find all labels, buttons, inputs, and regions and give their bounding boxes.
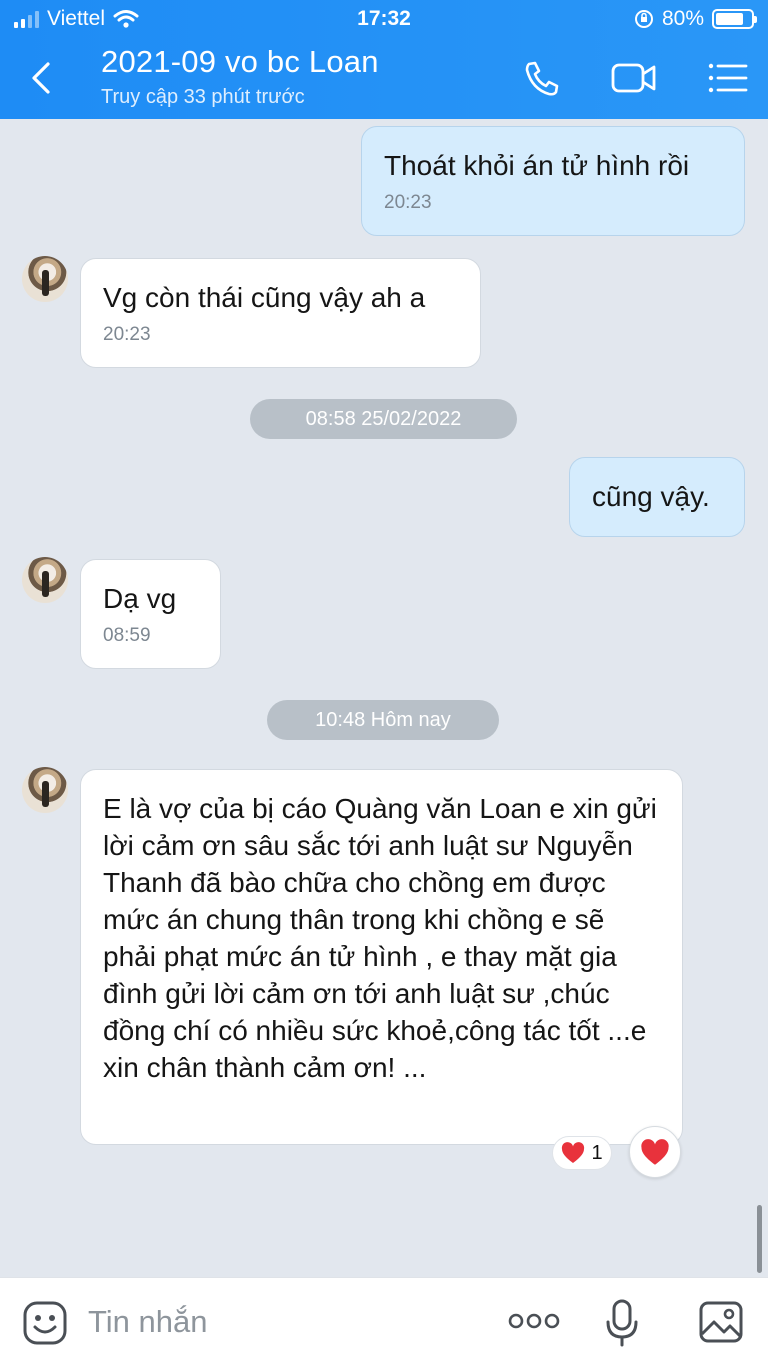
microphone-icon: [606, 1299, 638, 1347]
heart-icon: [641, 1138, 669, 1165]
reaction-count: 1: [591, 1141, 603, 1164]
message-bubble-incoming[interactable]: Dạ vg 08:59: [80, 559, 221, 669]
more-options-button[interactable]: [508, 1309, 560, 1338]
message-text: Vg còn thái cũng vậy ah a: [103, 282, 426, 313]
date-separator: 10:48 Hôm nay: [267, 700, 499, 740]
message-text: cũng vậy.: [592, 481, 710, 512]
sticker-button[interactable]: [22, 1300, 68, 1351]
react-heart-button[interactable]: [629, 1126, 681, 1178]
back-button[interactable]: [24, 58, 60, 98]
video-camera-icon: [611, 63, 656, 93]
contact-avatar[interactable]: [22, 256, 68, 302]
send-image-button[interactable]: [698, 1300, 744, 1349]
message-input[interactable]: [88, 1300, 468, 1344]
message-text: Dạ vg: [103, 583, 177, 614]
battery-icon: [712, 9, 757, 29]
status-bar: Viettel 17:32 80%: [0, 0, 768, 40]
scrollbar[interactable]: [757, 1205, 762, 1273]
chat-header: Viettel 17:32 80% 2021-09 vo bc Loan Tru…: [0, 0, 768, 119]
message-bubble-outgoing[interactable]: Thoát khỏi án tử hình rồi 20:23: [361, 126, 745, 236]
message-bubble-incoming[interactable]: Vg còn thái cũng vậy ah a 20:23: [80, 258, 481, 368]
last-seen-status: Truy cập 33 phút trước: [101, 86, 305, 108]
voice-call-button[interactable]: [520, 58, 564, 98]
chat-options-button[interactable]: [706, 58, 750, 98]
emoji-icon: [23, 1301, 67, 1345]
rotation-lock-icon: [634, 10, 653, 28]
message-bubble-outgoing[interactable]: cũng vậy.: [569, 457, 745, 537]
more-dots-icon: [508, 1313, 560, 1329]
video-call-button[interactable]: [610, 58, 656, 98]
chat-title[interactable]: 2021-09 vo bc Loan: [101, 44, 379, 80]
voice-message-button[interactable]: [604, 1298, 640, 1353]
image-icon: [699, 1301, 743, 1343]
date-separator: 08:58 25/02/2022: [250, 399, 517, 439]
list-menu-icon: [708, 63, 748, 93]
message-bubble-incoming[interactable]: E là vợ của bị cáo Quàng văn Loan e xin …: [80, 769, 683, 1145]
chevron-left-icon: [32, 62, 50, 94]
message-time: 20:23: [103, 324, 151, 345]
message-time: 20:23: [384, 192, 432, 213]
heart-icon: [562, 1142, 585, 1163]
message-text: Thoát khỏi án tử hình rồi: [384, 150, 690, 181]
reaction-summary[interactable]: 1: [552, 1136, 612, 1170]
phone-icon: [525, 61, 559, 96]
battery-percent: 80%: [661, 7, 704, 30]
message-text: E là vợ của bị cáo Quàng văn Loan e xin …: [103, 793, 657, 1083]
contact-avatar[interactable]: [22, 557, 68, 603]
battery-area: 80%: [634, 7, 757, 31]
contact-avatar[interactable]: [22, 767, 68, 813]
message-time: 08:59: [103, 625, 151, 646]
message-input-bar: [0, 1277, 768, 1366]
